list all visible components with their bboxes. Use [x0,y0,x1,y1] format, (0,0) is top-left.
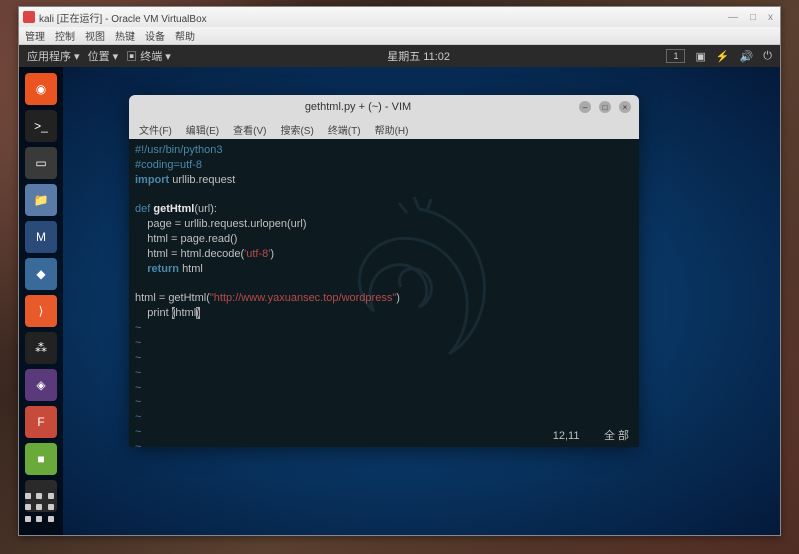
dock-item-colors[interactable]: ⁂ [25,332,57,364]
vbox-menu-view[interactable]: 视图 [85,28,105,43]
applications-menu[interactable]: 应用程序 ▾ [27,48,80,64]
vim-titlebar[interactable]: gethtml.py + (~) - VIM – □ × [129,95,639,119]
places-menu[interactable]: 位置 ▾ [88,48,119,64]
code-line: html = page.read() [135,232,633,247]
code-line: page = urllib.request.urlopen(url) [135,217,633,232]
camera-icon[interactable]: ▣ [695,50,705,63]
vim-empty-line: ~ [135,336,633,351]
dock-item-tool-red[interactable]: F [25,406,57,438]
kali-topbar-right: 1 ▣ ⚡ 🔊 ⏻ [666,49,772,63]
volume-icon[interactable]: 🔊 [740,50,754,63]
vim-empty-line: ~ [135,351,633,366]
show-applications-button[interactable] [25,493,57,525]
kali-topbar: 应用程序 ▾ 位置 ▾ ▣ 终端 ▾ 星期五 11:02 1 ▣ ⚡ 🔊 ⏻ [19,45,780,67]
vbox-titlebar[interactable]: kali [正在运行] - Oracle VM VirtualBox — □ x [19,7,780,27]
code-line [135,188,633,203]
vim-minimize-button[interactable]: – [579,101,591,113]
vim-empty-line: ~ [135,395,633,410]
power-icon[interactable]: ⏻ [763,50,772,63]
vim-empty-line: ~ [135,321,633,336]
vim-maximize-button[interactable]: □ [599,101,611,113]
dock-item-burp[interactable]: ⟩ [25,295,57,327]
vm-guest-screen: 应用程序 ▾ 位置 ▾ ▣ 终端 ▾ 星期五 11:02 1 ▣ ⚡ 🔊 ⏻ ◉… [19,45,780,535]
vim-menu-search[interactable]: 搜索(S) [280,122,313,137]
vim-menu-help[interactable]: 帮助(H) [375,122,409,137]
dock-item-tool-green[interactable]: ■ [25,443,57,475]
vim-mode: 全 部 [604,430,629,442]
vbox-window-controls: — □ x [725,12,776,23]
vim-empty-line: ~ [135,381,633,396]
vim-editor-area[interactable]: #!/usr/bin/python3 #coding=utf-8 import … [129,139,639,447]
code-line: def getHtml(url): [135,202,633,217]
dock-item-ubuntu[interactable]: ◉ [25,73,57,105]
vim-menu-terminal[interactable]: 终端(T) [328,122,361,137]
network-icon[interactable]: ⚡ [716,50,730,63]
terminal-menu[interactable]: ▣ 终端 ▾ [126,48,171,64]
kali-topbar-left: 应用程序 ▾ 位置 ▾ ▣ 终端 ▾ [27,48,171,64]
vim-menu-edit[interactable]: 编辑(E) [186,122,219,137]
vbox-app-icon [23,11,35,23]
clock[interactable]: 星期五 11:02 [171,48,667,64]
workspace-indicator[interactable]: 1 [666,49,685,63]
code-line: #!/usr/bin/python3 [135,143,633,158]
dock-item-terminal[interactable]: >_ [25,110,57,142]
dock: ◉>_▭📁M◆⟩⁂◈F■◐ [19,67,63,535]
vim-close-button[interactable]: × [619,101,631,113]
vbox-maximize-button[interactable]: □ [747,12,759,23]
vbox-title: kali [正在运行] - Oracle VM VirtualBox [39,10,725,25]
vim-menu-view[interactable]: 查看(V) [233,122,266,137]
code-line: html = getHtml("http://www.yaxuansec.top… [135,291,633,306]
vbox-menu-devices[interactable]: 设备 [145,28,165,43]
vim-menubar: 文件(F) 编辑(E) 查看(V) 搜索(S) 终端(T) 帮助(H) [129,119,639,139]
code-line: return html [135,262,633,277]
code-line: import urllib.request [135,173,633,188]
vbox-close-button[interactable]: x [765,12,776,23]
dock-item-files-dark[interactable]: ▭ [25,147,57,179]
dock-item-tool-purple[interactable]: ◈ [25,369,57,401]
virtualbox-window: kali [正在运行] - Oracle VM VirtualBox — □ x… [18,6,781,536]
vim-menu-file[interactable]: 文件(F) [139,122,172,137]
code-line: html = html.decode('utf-8') [135,247,633,262]
vim-cursor-position: 12,11 [553,430,580,442]
vim-window-title: gethtml.py + (~) - VIM [137,101,579,113]
code-line: #coding=utf-8 [135,158,633,173]
vim-window: gethtml.py + (~) - VIM – □ × 文件(F) 编辑(E)… [129,95,639,447]
code-line [135,277,633,292]
vbox-menu-hotkeys[interactable]: 热键 [115,28,135,43]
vim-empty-line: ~ [135,366,633,381]
dock-item-files[interactable]: 📁 [25,184,57,216]
vim-status-line: 12,11 全 部 [553,427,629,443]
vim-empty-line: ~ [135,410,633,425]
code-line: print (html) [135,306,633,321]
dock-item-tool-blue[interactable]: ◆ [25,258,57,290]
vbox-menu-manage[interactable]: 管理 [25,28,45,43]
dock-item-metasploit[interactable]: M [25,221,57,253]
vbox-menu-help[interactable]: 帮助 [175,28,195,43]
vbox-minimize-button[interactable]: — [725,12,741,23]
vbox-menu-control[interactable]: 控制 [55,28,75,43]
vim-window-controls: – □ × [579,101,631,113]
vbox-menubar: 管理 控制 视图 热键 设备 帮助 [19,27,780,45]
